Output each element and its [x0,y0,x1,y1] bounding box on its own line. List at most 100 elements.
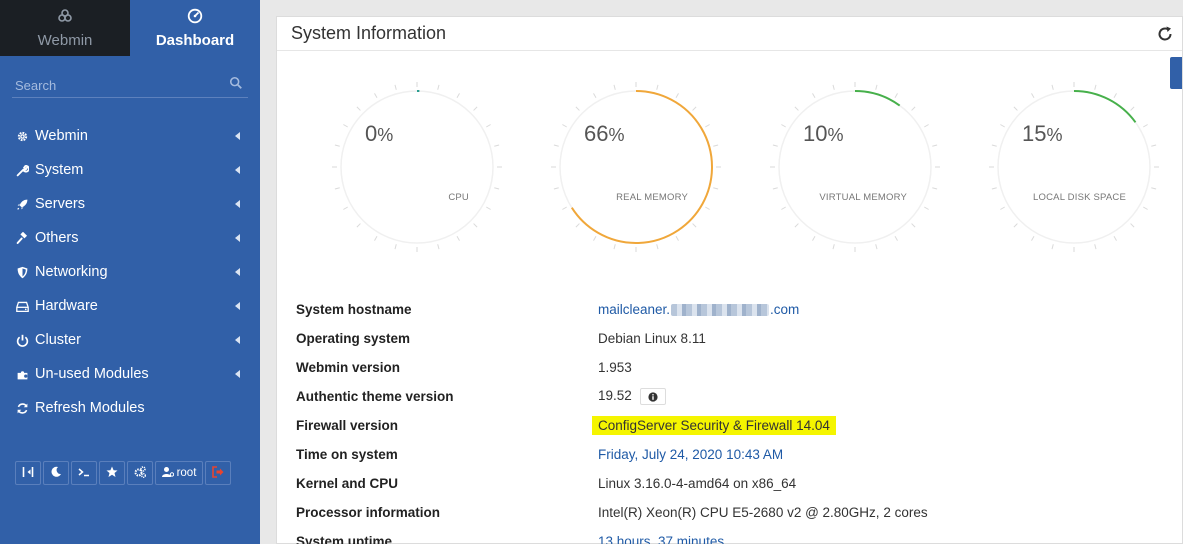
gauge-tick [875,244,878,250]
sidebar-item-networking[interactable]: Networking [0,255,260,289]
sidebar-item-others[interactable]: Others [0,221,260,255]
gauge-tick [1130,106,1135,111]
sidebar-switch: Webmin Dashboard [0,0,260,56]
search-icon[interactable] [229,76,245,92]
gauge-tick [812,236,816,241]
gauge-tick [593,93,597,98]
theme-info-button[interactable] [639,388,666,405]
hostname-link[interactable]: mailcleaner. .com [598,302,799,317]
gauge-tick [772,187,778,190]
system-info-panel: System Information 0% CPU 66% REAL MEMOR… [276,16,1183,544]
refresh-icon [15,401,29,415]
info-row-time: Time on system Friday, July 24, 2020 10:… [296,440,1166,469]
gauge-tick [593,236,597,241]
gauge-tick [1031,93,1035,98]
sidebar-item-cluster[interactable]: Cluster [0,323,260,357]
tab-webmin-label: Webmin [37,32,93,49]
gauge-tick [875,84,878,90]
gauge-label: CPU [448,192,469,203]
caret-left-icon [235,132,240,140]
sidebar-item-webmin[interactable]: Webmin [0,119,260,153]
gauge-tick [494,187,500,190]
info-label: Firewall version [296,418,399,433]
gauge-track [778,90,932,244]
sidebar-menu: Webmin System Servers Others Networking … [0,119,260,425]
gauge-tick [924,206,929,210]
sidebar-item-unused-modules[interactable]: Un-used Modules [0,357,260,391]
caret-left-icon [235,234,240,242]
info-row-kernel: Kernel and CPU Linux 3.16.0-4-amd64 on x… [296,469,1166,498]
sidebar-item-label: Networking [35,264,108,280]
gauge-tick [705,124,710,128]
search-box [12,74,248,98]
theme-settings-button[interactable] [127,461,153,485]
tab-dashboard[interactable]: Dashboard [130,0,260,56]
terminal-button[interactable] [71,461,97,485]
gauge-tick [656,244,659,250]
gauge-value: 15% [1022,121,1063,146]
wrench-icon [15,163,29,177]
gauge-tick [1143,206,1148,210]
caret-left-icon [235,166,240,174]
system-info-table: System hostname mailcleaner. .com Operati… [296,295,1166,544]
sidebar-item-refresh-modules[interactable]: Refresh Modules [0,391,260,425]
gauge-value: 66% [584,121,625,146]
gauge-tick [486,124,491,128]
sidebar-item-label: Servers [35,196,85,212]
time-link[interactable]: Friday, July 24, 2020 10:43 AM [598,447,783,462]
search-input[interactable] [12,74,248,96]
night-mode-button[interactable] [43,461,69,485]
gear-icon [15,129,29,143]
logout-button[interactable] [205,461,231,485]
gauge-tick [562,206,567,210]
gauge-tick [911,106,916,111]
caret-left-icon [235,370,240,378]
gauge-tick [343,124,348,128]
sidebar-item-servers[interactable]: Servers [0,187,260,221]
info-row-firewall-version: Firewall version ConfigServer Security &… [296,411,1166,440]
shield-icon [15,265,29,279]
gauge-tick [553,187,559,190]
sidebar-item-label: Webmin [35,128,88,144]
gauge-tick [794,106,799,111]
gauge-tick [356,223,361,228]
gauge-label: VIRTUAL MEMORY [819,192,907,203]
sidebar-toolbar: root [15,461,231,485]
gauge-tick [1113,93,1117,98]
gauge-tick [692,106,697,111]
info-row-processor: Processor information Intel(R) Xeon(R) C… [296,498,1166,527]
tab-webmin[interactable]: Webmin [0,0,130,56]
gauge-tick [473,106,478,111]
rocket-icon [15,197,29,211]
gauge-tick [781,206,786,210]
info-row-theme-version: Authentic theme version 19.52 [296,382,1166,411]
reload-icon[interactable] [1157,26,1173,42]
uptime-link[interactable]: 13 hours, 37 minutes [598,534,724,544]
favorites-button[interactable] [99,461,125,485]
gauge-tick [613,244,616,250]
gauge-tick [394,84,397,90]
sidebar-item-label: Un-used Modules [35,366,149,382]
gauge-tick [656,84,659,90]
gauge-dial [770,82,940,252]
gauge-tick [437,84,440,90]
gauge-tick [772,144,778,147]
user-button[interactable]: root [155,461,203,485]
puzzle-icon [15,367,29,381]
gauge-tick [781,124,786,128]
sidebar: Webmin Dashboard Webmin System Servers [0,0,260,544]
info-label: Webmin version [296,360,401,375]
collapse-sidebar-button[interactable] [15,461,41,485]
sidebar-item-system[interactable]: System [0,153,260,187]
gauge-dial [989,82,1159,252]
gauge-tick [1031,236,1035,241]
gauge-local-disk-space: 15% LOCAL DISK SPACE [984,77,1164,257]
sign-out-icon [212,465,224,481]
dashboard-gauge-icon [130,8,260,28]
gauge-tick [1094,84,1097,90]
gauge-tick [1094,244,1097,250]
sidebar-item-hardware[interactable]: Hardware [0,289,260,323]
gauge-tick [894,93,898,98]
sidebar-item-label: Cluster [35,332,81,348]
redacted-text [671,304,770,317]
